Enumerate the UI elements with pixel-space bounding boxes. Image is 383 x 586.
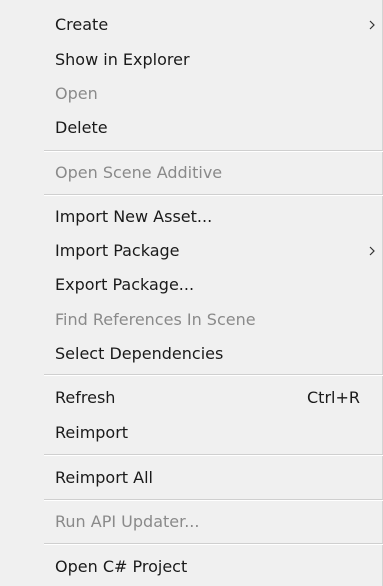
menu-separator bbox=[44, 543, 383, 545]
menu-item-label: Select Dependencies bbox=[55, 344, 224, 363]
menu-item-label: Reimport bbox=[55, 423, 129, 442]
menu-separator bbox=[44, 499, 383, 501]
menu-item-import-new-asset[interactable]: Import New Asset... bbox=[0, 200, 383, 233]
menu-item-label: Refresh bbox=[55, 388, 116, 407]
menu-item-label: Import New Asset... bbox=[55, 207, 213, 226]
menu-item-label: Find References In Scene bbox=[55, 310, 256, 329]
chevron-right-icon bbox=[369, 246, 375, 256]
menu-item-show-in-explorer[interactable]: Show in Explorer bbox=[0, 43, 383, 76]
menu-item-shortcut: Ctrl+R bbox=[307, 388, 360, 407]
menu-item-open: Open bbox=[0, 77, 383, 110]
context-menu: Create Show in Explorer Open Delete Open… bbox=[0, 0, 383, 586]
menu-separator bbox=[44, 194, 383, 196]
menu-item-run-api-updater: Run API Updater... bbox=[0, 505, 383, 538]
menu-item-reimport-all[interactable]: Reimport All bbox=[0, 461, 383, 494]
menu-item-label: Open bbox=[55, 84, 98, 103]
menu-item-delete[interactable]: Delete bbox=[0, 111, 383, 144]
menu-item-open-scene-additive: Open Scene Additive bbox=[0, 156, 383, 189]
menu-item-label: Open C# Project bbox=[55, 557, 188, 576]
menu-item-label: Export Package... bbox=[55, 275, 195, 294]
menu-item-open-csharp-project[interactable]: Open C# Project bbox=[0, 550, 383, 583]
menu-separator bbox=[44, 150, 383, 152]
menu-item-reimport[interactable]: Reimport bbox=[0, 416, 383, 449]
menu-item-label: Delete bbox=[55, 118, 108, 137]
menu-item-label: Create bbox=[55, 15, 109, 34]
menu-item-export-package[interactable]: Export Package... bbox=[0, 268, 383, 301]
menu-item-label: Import Package bbox=[55, 241, 180, 260]
menu-item-find-references-in-scene: Find References In Scene bbox=[0, 303, 383, 336]
menu-separator bbox=[44, 454, 383, 456]
menu-separator bbox=[44, 374, 383, 376]
menu-item-label: Show in Explorer bbox=[55, 50, 190, 69]
menu-item-select-dependencies[interactable]: Select Dependencies bbox=[0, 337, 383, 370]
menu-item-label: Open Scene Additive bbox=[55, 163, 223, 182]
menu-item-import-package[interactable]: Import Package bbox=[0, 234, 383, 267]
menu-item-create[interactable]: Create bbox=[0, 8, 383, 41]
menu-item-refresh[interactable]: Refresh Ctrl+R bbox=[0, 381, 383, 414]
menu-item-label: Run API Updater... bbox=[55, 512, 200, 531]
menu-item-label: Reimport All bbox=[55, 468, 153, 487]
chevron-right-icon bbox=[369, 20, 375, 30]
